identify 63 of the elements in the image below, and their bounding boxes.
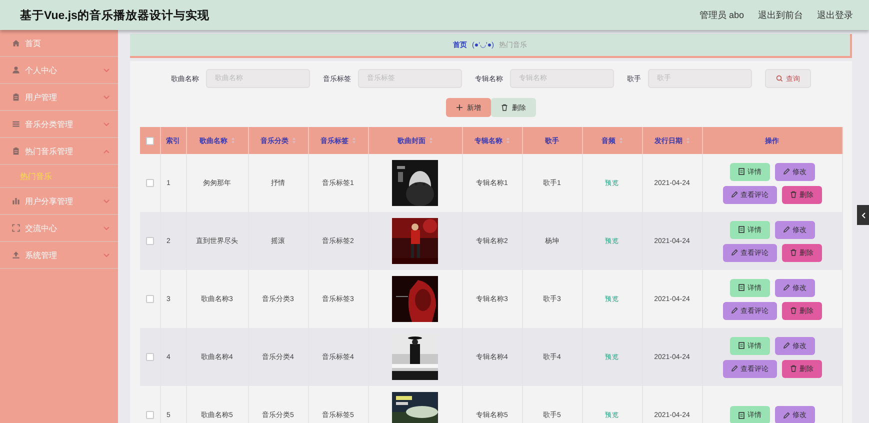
chevron-down-icon (103, 122, 110, 126)
document-icon (738, 412, 744, 418)
header-link[interactable]: 管理员 abo (699, 8, 744, 22)
sidebar-label: 交流中心 (25, 222, 57, 234)
clipboard-icon (12, 93, 20, 101)
row-checkbox[interactable] (146, 237, 154, 245)
sidebar-label: 热门音乐管理 (25, 146, 73, 156)
row-checkbox[interactable] (146, 179, 154, 187)
sort-icon[interactable] (352, 137, 356, 144)
header-link[interactable]: 退出到前台 (758, 8, 803, 22)
document-icon (738, 342, 744, 349)
trash-icon (501, 104, 508, 111)
document-icon (738, 168, 744, 175)
app-title: 基于Vue.js的音乐播放器设计与实现 (20, 8, 210, 22)
home-icon (12, 39, 20, 47)
row-checkbox[interactable] (146, 353, 154, 361)
trash-icon (790, 191, 796, 198)
pencil-icon (730, 307, 738, 314)
plus-icon (456, 104, 463, 111)
sidebar-label: 用户分享管理 (25, 196, 73, 206)
row-checkbox[interactable] (146, 411, 154, 419)
sort-icon[interactable] (428, 137, 432, 144)
pencil-icon (730, 249, 738, 256)
sidebar-label: 用户管理 (25, 92, 57, 102)
clipboard-icon (12, 147, 20, 155)
pencil-icon (730, 365, 738, 372)
document-icon (738, 284, 744, 291)
frame-icon (12, 224, 20, 232)
user-icon (12, 66, 20, 74)
chevron-left-icon (860, 212, 866, 218)
pencil-icon (782, 226, 790, 233)
trash-icon (790, 249, 796, 256)
chevron-down-icon (103, 198, 110, 204)
sort-icon[interactable] (292, 137, 296, 144)
chevron-down-icon (103, 68, 110, 72)
pencil-icon (782, 168, 790, 175)
sort-icon[interactable] (618, 137, 622, 144)
sidebar-label: 音乐分类管理 (25, 118, 73, 130)
pencil-icon (782, 342, 790, 349)
chevron-down-icon (103, 252, 110, 258)
sort-icon[interactable] (686, 137, 690, 144)
sort-icon[interactable] (230, 137, 234, 144)
trash-icon (790, 365, 796, 372)
sort-icon[interactable] (506, 137, 510, 144)
chevron-up-icon (103, 148, 110, 154)
collapse-handle[interactable] (857, 205, 869, 225)
sidebar-label: 首页 (25, 38, 41, 48)
upload-icon (12, 251, 20, 259)
pencil-icon (782, 412, 790, 418)
document-icon (738, 226, 744, 233)
sidebar-label: 系统管理 (25, 250, 57, 260)
sidebar-label: 个人中心 (25, 64, 57, 76)
pencil-icon (730, 191, 738, 198)
chevron-down-icon (103, 226, 110, 230)
trash-icon (790, 307, 796, 314)
list-icon (12, 120, 20, 128)
chevron-down-icon (103, 94, 110, 100)
search-icon (776, 75, 783, 82)
chart-icon (12, 197, 20, 205)
header-link[interactable]: 退出登录 (817, 8, 853, 22)
pencil-icon (782, 284, 790, 291)
select-all-checkbox[interactable] (146, 136, 154, 144)
row-checkbox[interactable] (146, 295, 154, 303)
